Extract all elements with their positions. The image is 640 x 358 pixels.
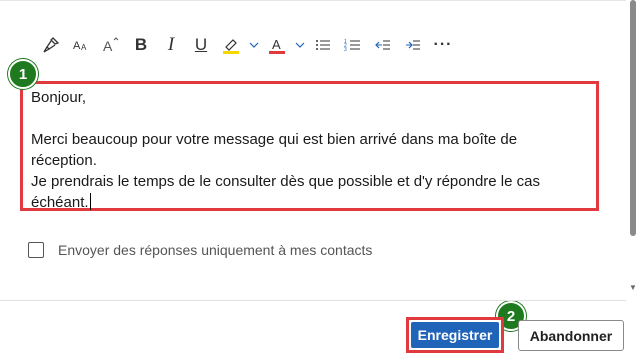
footer-divider — [0, 300, 626, 301]
bold-button[interactable]: B — [126, 30, 156, 60]
chevron-down-icon — [295, 42, 305, 48]
grow-font-icon[interactable]: A — [96, 30, 126, 60]
increase-indent-icon[interactable] — [398, 30, 428, 60]
contacts-only-option[interactable]: Envoyer des réponses uniquement à mes co… — [28, 242, 372, 258]
numbered-list-icon[interactable]: 123 — [338, 30, 368, 60]
text-caret — [89, 193, 91, 210]
save-button[interactable]: Enregistrer — [411, 322, 499, 348]
highlight-button[interactable] — [216, 30, 246, 60]
more-options-button[interactable]: ··· — [428, 30, 458, 60]
format-painter-icon[interactable] — [36, 30, 66, 60]
editor-line-last: échéant. — [31, 192, 576, 213]
svg-text:A: A — [73, 40, 81, 52]
editor-line: réception. — [31, 152, 97, 169]
font-color-button[interactable]: A — [262, 30, 292, 60]
font-color-dropdown[interactable] — [292, 30, 308, 60]
top-divider — [0, 0, 626, 1]
formatting-toolbar: AA A B I U A 123 ··· — [36, 30, 458, 60]
editor-line: Bonjour, — [31, 89, 87, 106]
step-badge-1: 1 — [8, 59, 38, 89]
contacts-only-label: Envoyer des réponses uniquement à mes co… — [58, 242, 373, 258]
underline-button[interactable]: U — [186, 30, 216, 60]
contacts-only-checkbox[interactable] — [28, 242, 44, 258]
scroll-down-icon[interactable]: ▼ — [627, 282, 639, 294]
svg-text:A: A — [103, 38, 113, 54]
discard-button[interactable]: Abandonner — [518, 320, 624, 351]
highlight-dropdown[interactable] — [246, 30, 262, 60]
font-size-icon[interactable]: AA — [66, 30, 96, 60]
editor-line: Je prendrais le temps de le consulter dè… — [31, 173, 540, 190]
decrease-indent-icon[interactable] — [368, 30, 398, 60]
bold-icon: B — [134, 35, 148, 54]
italic-icon: I — [167, 34, 175, 55]
editor-line: échéant. — [31, 194, 89, 211]
svg-text:A: A — [81, 43, 87, 52]
underline-icon: U — [194, 35, 208, 54]
chevron-down-icon — [249, 42, 259, 48]
save-button-highlight: Enregistrer — [406, 317, 504, 353]
auto-reply-message-editor[interactable]: Bonjour, Merci beaucoup pour votre messa… — [20, 81, 599, 211]
svg-text:A: A — [272, 37, 281, 52]
editor-line: Merci beaucoup pour votre message qui es… — [31, 131, 518, 148]
bulleted-list-icon[interactable] — [308, 30, 338, 60]
editor-body[interactable]: Bonjour, Merci beaucoup pour votre messa… — [31, 87, 576, 213]
scrollbar-thumb[interactable] — [630, 0, 636, 236]
svg-text:3: 3 — [344, 47, 347, 53]
highlight-icon — [223, 39, 239, 54]
settings-panel: AA A B I U A 123 ··· Bonjour, Merci beau… — [0, 0, 640, 358]
font-color-icon: A — [269, 37, 285, 54]
more-options-icon: ··· — [433, 36, 453, 53]
italic-button[interactable]: I — [156, 30, 186, 60]
